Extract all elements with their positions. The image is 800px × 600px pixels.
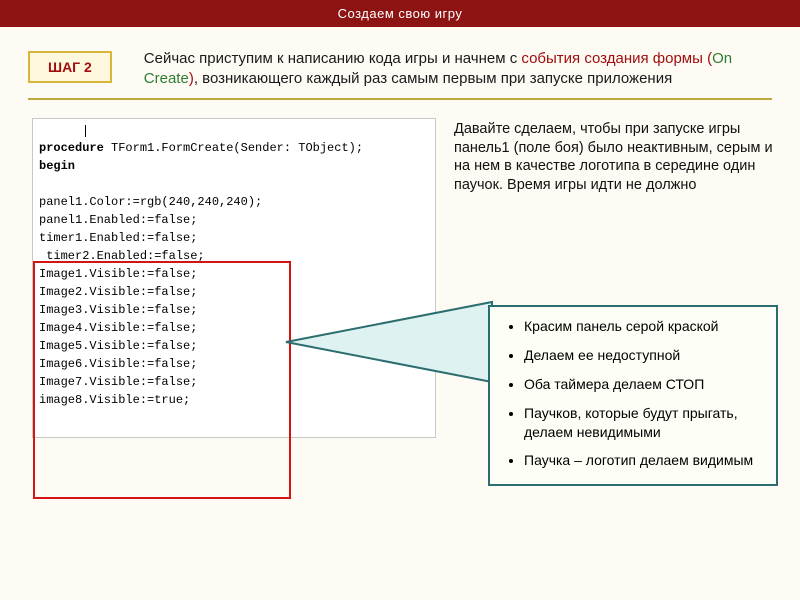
code-line: timer2.Enabled:=false;: [39, 247, 429, 265]
code-header-1: procedure TForm1.FormCreate(Sender: TObj…: [39, 139, 429, 157]
callout-item: Красим панель серой краской: [524, 317, 768, 336]
intro-text: Сейчас приступим к написанию кода игры и…: [144, 49, 772, 88]
intro-row: ШАГ 2 Сейчас приступим к написанию кода …: [0, 27, 800, 98]
code-line: panel1.Enabled:=false;: [39, 211, 429, 229]
text-caret-icon: [85, 125, 86, 137]
code-line: Image1.Visible:=false;: [39, 265, 429, 283]
intro-suffix: , возникающего каждый раз самым первым п…: [194, 70, 672, 87]
code-line: Image3.Visible:=false;: [39, 301, 429, 319]
callout-item: Делаем ее недоступной: [524, 346, 768, 365]
callout-list: Красим панель серой краской Делаем ее не…: [498, 317, 768, 470]
step-badge: ШАГ 2: [28, 51, 112, 83]
code-blank-line: [39, 175, 429, 193]
code-header-2: begin: [39, 157, 429, 175]
code-editor: procedure TForm1.FormCreate(Sender: TObj…: [32, 118, 436, 438]
code-line: timer1.Enabled:=false;: [39, 229, 429, 247]
slide-root: Создаем свою игру ШАГ 2 Сейчас приступим…: [0, 0, 800, 600]
callout-item: Оба таймера делаем СТОП: [524, 375, 768, 394]
intro-prefix: Сейчас приступим к написанию кода игры и…: [144, 50, 522, 67]
callout-item: Паучков, которые будут прыгать, делаем н…: [524, 404, 768, 442]
code-header-1-rest: TForm1.FormCreate(Sender: TObject);: [104, 141, 363, 155]
description-paragraph: Давайте сделаем, чтобы при запуске игры …: [454, 120, 780, 194]
title-bar: Создаем свою игру: [0, 0, 800, 27]
code-line: image8.Visible:=true;: [39, 391, 429, 409]
code-line: Image4.Visible:=false;: [39, 319, 429, 337]
code-line: Image7.Visible:=false;: [39, 373, 429, 391]
code-column: procedure TForm1.FormCreate(Sender: TObj…: [32, 118, 436, 438]
callout-box: Красим панель серой краской Делаем ее не…: [488, 305, 778, 486]
intro-event: события создания формы: [521, 50, 707, 67]
caret-line: [39, 125, 429, 139]
code-line: panel1.Color:=rgb(240,240,240);: [39, 193, 429, 211]
kw-procedure: procedure: [39, 141, 104, 155]
slide-title: Создаем свою игру: [338, 6, 463, 21]
callout-item: Паучка – логотип делаем видимым: [524, 451, 768, 470]
code-line: Image5.Visible:=false;: [39, 337, 429, 355]
code-line: Image6.Visible:=false;: [39, 355, 429, 373]
code-line: Image2.Visible:=false;: [39, 283, 429, 301]
